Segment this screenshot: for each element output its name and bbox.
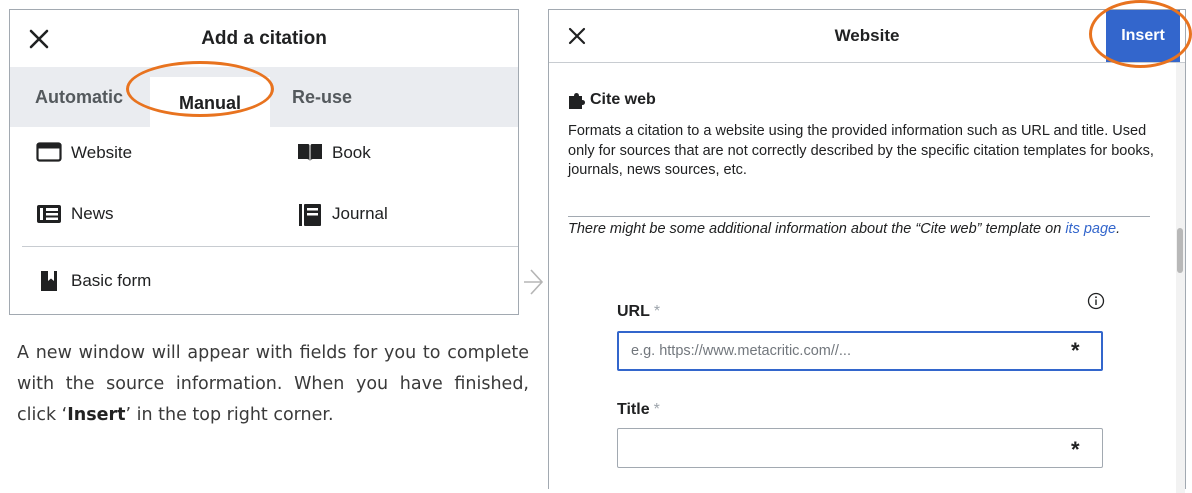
browser-window-icon (36, 142, 62, 162)
title-input[interactable] (617, 428, 1103, 468)
scrollbar-thumb[interactable] (1177, 228, 1183, 273)
add-citation-dialog: Add a citation Automatic Manual Re-use W… (9, 9, 519, 315)
divider (22, 246, 518, 247)
option-label: News (71, 204, 114, 223)
insert-highlight-ring (1089, 0, 1192, 68)
title-field-label: Title * (617, 401, 660, 418)
scrollbar[interactable] (1176, 63, 1185, 493)
template-name: Cite web (568, 91, 768, 113)
required-indicator: * (1071, 338, 1080, 363)
divider (568, 216, 1150, 217)
option-journal[interactable]: Journal (297, 199, 497, 229)
tab-reuse[interactable]: Re-use (292, 67, 352, 127)
dialog-title: Add a citation (201, 28, 327, 49)
option-news[interactable]: News (36, 199, 236, 229)
close-icon[interactable] (27, 27, 51, 51)
journal-icon (299, 204, 321, 226)
template-note: There might be some additional informati… (568, 221, 1121, 237)
option-label: Journal (332, 204, 388, 223)
url-field-label: URL * (617, 303, 661, 320)
bookmark-book-icon (39, 271, 57, 291)
book-icon (298, 144, 322, 161)
option-label: Book (332, 143, 371, 162)
arrow-right-icon (524, 269, 544, 295)
divider (549, 62, 1185, 63)
puzzle-piece-icon (569, 93, 585, 109)
its-page-link[interactable]: its page (1065, 221, 1116, 237)
option-basic-form[interactable]: Basic form (36, 266, 236, 296)
option-label: Website (71, 143, 133, 162)
manual-highlight-ring (126, 61, 274, 117)
required-asterisk: * (653, 303, 661, 320)
required-asterisk: * (653, 401, 660, 418)
newspaper-icon (37, 205, 61, 223)
option-book[interactable]: Book (297, 138, 497, 168)
tab-automatic[interactable]: Automatic (35, 67, 123, 127)
instruction-text: A new window will appear with fields for… (17, 343, 529, 425)
required-indicator: * (1071, 437, 1080, 462)
url-input[interactable] (617, 331, 1103, 371)
dialog-header: Add a citation (10, 10, 518, 66)
info-icon[interactable] (1087, 292, 1105, 310)
option-label: Basic form (71, 271, 152, 290)
option-website[interactable]: Website (36, 138, 236, 168)
close-icon[interactable] (565, 24, 589, 48)
template-description: Formats a citation to a website using th… (568, 123, 1154, 178)
